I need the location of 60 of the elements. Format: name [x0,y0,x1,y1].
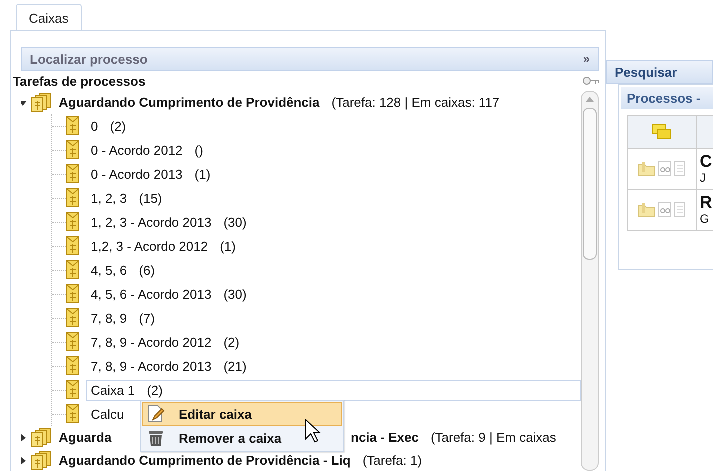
task-info: (Tarefa: 1) [362,453,422,468]
box-item[interactable]: 4, 5, 6 (6) [86,260,160,280]
box-item[interactable]: 0 (2) [86,116,132,136]
process-title: C [700,153,712,171]
process-subtitle: G [700,212,710,226]
folder-icon[interactable] [638,161,656,177]
process-subtitle: J [700,171,707,185]
task-label[interactable]: Aguarda [59,430,112,445]
tab[interactable]: Caixas [16,4,82,31]
box-icon [66,116,80,136]
box-icon [66,188,80,208]
box-icon [66,140,80,160]
boxes-icon [31,450,53,470]
box-item[interactable]: 1, 2, 3 - Acordo 2013 (30) [86,212,252,232]
box-icon [66,164,80,184]
scroll-up-icon[interactable] [586,96,594,102]
scrollbar[interactable] [581,91,599,471]
box-icon [66,356,80,376]
folder-icon[interactable] [638,202,656,218]
box-icon [66,404,80,424]
task-label[interactable]: Aguardando Cumprimento de Providência - Liq [59,453,351,468]
process-title: R [700,194,712,212]
scroll-thumb[interactable] [583,108,597,260]
processes-header: Processos - [621,87,713,109]
box-item[interactable]: Calcu [86,404,130,424]
document-icon[interactable] [674,161,686,177]
box-item[interactable]: 0 - Acordo 2013 (1) [86,164,216,184]
menu-item[interactable]: Editar caixa [142,402,342,426]
glasses-icon[interactable] [658,202,672,218]
box-item[interactable]: 7, 8, 9 (7) [86,308,160,328]
box-icon [66,332,80,352]
box-icon [66,284,80,304]
search-panel-header[interactable]: Pesquisar [606,60,713,84]
box-icon [66,308,80,328]
box-item[interactable]: 0 - Acordo 2012 () [86,140,208,160]
key-icon[interactable] [583,76,601,86]
box-item[interactable]: 1,2, 3 - Acordo 2012 (1) [86,236,241,256]
box-item[interactable]: 4, 5, 6 - Acordo 2013 (30) [86,284,252,304]
box-icon [66,236,80,256]
task-label[interactable]: ncia - Exec [351,430,419,445]
pointer-cursor-icon [305,419,321,443]
box-item[interactable]: 1, 2, 3 (15) [86,188,168,208]
trash-icon [147,429,165,447]
menu-item[interactable]: Remover a caixa [142,426,342,450]
task-label[interactable]: Aguardando Cumprimento de Providência [59,95,320,110]
box-icon [66,212,80,232]
box-item[interactable]: 7, 8, 9 - Acordo 2012 (2) [86,332,245,352]
box-icon [66,260,80,280]
document-icon[interactable] [674,202,686,218]
notes-icon[interactable] [652,124,672,140]
tree-title: Tarefas de processos [13,74,146,88]
edit-icon [147,405,165,423]
locate-process-bar[interactable]: Localizar processo » [21,47,599,71]
boxes-icon [31,428,53,448]
boxes-icon [31,92,53,112]
box-item[interactable]: 7, 8, 9 - Acordo 2013 (21) [86,356,252,376]
task-info: (Tarefa: 9 | Em caixas [430,430,556,445]
box-icon [66,380,80,400]
task-info: (Tarefa: 128 | Em caixas: 117 [332,95,500,110]
glasses-icon[interactable] [658,161,672,177]
